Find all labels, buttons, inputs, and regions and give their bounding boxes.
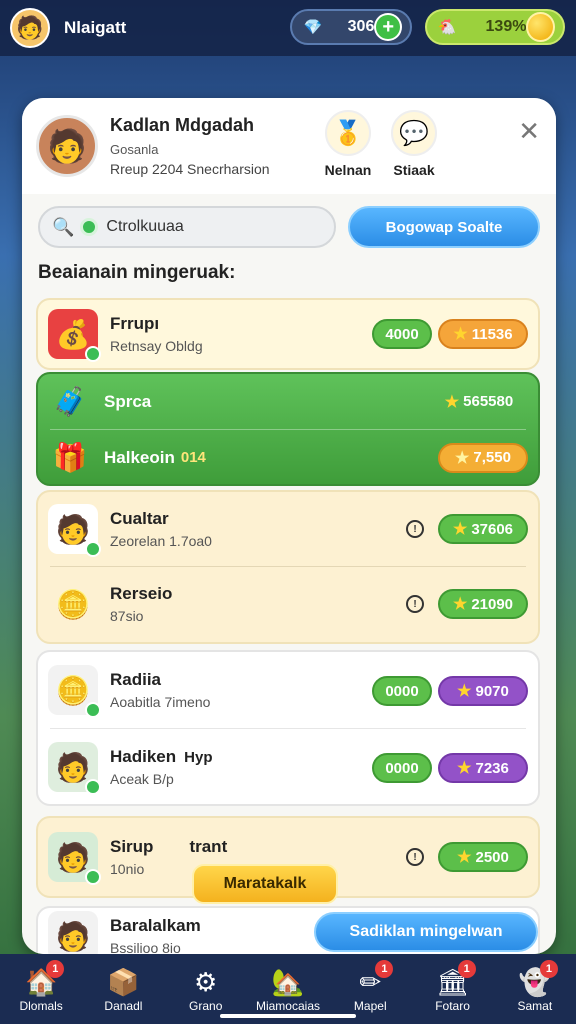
add-gems-button[interactable]: +	[374, 13, 402, 41]
row-title: Hadiken	[110, 747, 177, 766]
profile-action-1[interactable]: 🥇 Nelnan	[320, 110, 376, 178]
bottom-nav: 🏠 1 Dlomals 📦 Danadl ⚙ Grano 🏡 Miamocaia…	[0, 954, 576, 1024]
star-icon: ★	[457, 760, 472, 777]
chest-icon: 💰	[48, 309, 101, 362]
clock-icon: !	[406, 595, 424, 613]
row-extra: Hyp	[184, 748, 213, 766]
reward-pill[interactable]: ★ 9070	[438, 676, 528, 706]
avatar-icon: 🧑	[48, 911, 98, 954]
gems-counter[interactable]: 💎 306 +	[290, 9, 412, 45]
row-title: Sirup	[110, 837, 154, 856]
score-pill: 0000	[372, 676, 432, 706]
action-tooltip-button[interactable]: Maratakalk	[192, 864, 338, 904]
search-row: 🔍 Ctrolkuuaa Bogowap Soalte	[38, 206, 540, 248]
gear-icon: ⚙	[194, 966, 218, 997]
box-icon: 📦	[107, 966, 140, 997]
clock-icon: !	[406, 848, 424, 866]
profile-group: Rreup 2204 Snecrharsion	[110, 161, 270, 177]
gem-icon: 💎	[303, 19, 323, 36]
notification-badge: 1	[539, 960, 558, 978]
nav-item-social[interactable]: 👻 1 Samat	[494, 954, 576, 1024]
notification-badge: 1	[375, 960, 394, 978]
row-title: Baralalkam	[110, 916, 201, 935]
gift-icon: 🎁	[52, 442, 88, 473]
star-icon: ★	[453, 326, 468, 343]
status-dot-icon	[80, 218, 99, 236]
coin-icon	[526, 12, 555, 42]
gems-value: 306	[347, 18, 375, 35]
chicken-icon: 🐔	[437, 19, 457, 36]
row-extra: 014	[180, 449, 206, 466]
house-icon: 🏡	[271, 966, 305, 997]
player-avatar[interactable]: 🧑	[10, 8, 50, 48]
profile-header: 🧑 Kadlan Mdgadah Gosanla Rreup 2204 Snec…	[22, 98, 556, 194]
reward-pill[interactable]: ★ 11536	[438, 319, 528, 349]
avatar-icon: 🧑	[48, 742, 101, 795]
highlight-card[interactable]: 🧳 Sprca ★ 565580 🎁 Halkeoin 014 ★ 7,550	[36, 372, 540, 486]
row-title: Frrupı	[110, 314, 160, 333]
coins-counter[interactable]: 🐔 139%	[425, 9, 565, 45]
reward-pill[interactable]: ★ 7236	[438, 753, 528, 783]
profile-subtitle: Gosanla	[110, 142, 159, 157]
row-subtitle: Aceak B/p	[110, 771, 174, 787]
row-title: Sprca	[104, 391, 152, 411]
nav-item-shop[interactable]: 📦 Danadl	[82, 954, 164, 1024]
gold-leaf-icon: 🥇	[325, 110, 371, 156]
row-subtitle: Bssilioo 8io	[110, 940, 181, 954]
search-button[interactable]: Bogowap Soalte	[348, 206, 540, 248]
row-extra: trant	[189, 837, 228, 856]
player-name: Nlaigatt	[64, 18, 127, 37]
search-icon: 🔍	[52, 216, 75, 237]
nav-item-photo[interactable]: 🏛 1 Fotaro	[411, 954, 493, 1024]
row-subtitle: Retnsay Obldg	[110, 338, 203, 354]
top-bar: 🧑 Nlaigatt 💎 306 + 🐔 139%	[0, 0, 576, 56]
coins-value: 139%	[485, 18, 527, 35]
coin-icon: 🪙	[55, 588, 91, 620]
star-icon: ★	[444, 393, 460, 411]
profile-avatar[interactable]: 🧑	[36, 115, 98, 177]
section-title: Beaianain mingeruak:	[38, 262, 236, 283]
profile-action-2[interactable]: 💬 Stiaak	[386, 110, 442, 178]
reward-value: ★ 565580	[444, 393, 514, 411]
score-pill: 0000	[372, 753, 432, 783]
score-pill: 4000	[372, 319, 432, 349]
bottom-action-button[interactable]: Sadiklan mingelwan	[314, 912, 538, 952]
star-icon: ★	[452, 521, 468, 538]
row-title: Halkeoin	[104, 447, 175, 467]
reward-pill[interactable]: ★ 7,550	[438, 442, 528, 473]
coin-icon: 🪙	[48, 665, 101, 718]
leaderboard-panel: 🧑 Kadlan Mdgadah Gosanla Rreup 2204 Snec…	[22, 98, 556, 954]
home-indicator	[220, 1014, 356, 1018]
star-icon: ★	[457, 683, 472, 700]
avatar-icon: 🧑	[48, 832, 101, 885]
close-icon[interactable]: ✕	[518, 116, 540, 147]
notification-badge: 1	[457, 960, 476, 978]
row-subtitle: Aoabitla 7imeno	[110, 694, 211, 710]
row-title: Radiia	[110, 670, 162, 689]
clock-icon: !	[406, 520, 424, 538]
search-input[interactable]: 🔍 Ctrolkuuaa	[38, 206, 336, 248]
avatar-icon: 🧑	[48, 504, 101, 557]
star-icon: ★	[457, 849, 472, 866]
chat-icon: 💬	[391, 110, 437, 156]
reward-pill[interactable]: ★ 2500	[438, 842, 528, 872]
notification-badge: 1	[46, 960, 65, 978]
list-card: 🪙 Radiia Aoabitla 7imeno 0000 ★ 9070 🧑 Ha…	[36, 650, 540, 806]
profile-name: Kadlan Mdgadah	[110, 115, 255, 135]
row-subtitle: 87sio	[110, 608, 144, 624]
list-item[interactable]: 💰 Frrupı Retnsay Obldg 4000 ★ 11536	[36, 298, 540, 370]
row-title: Rerseio	[110, 584, 173, 603]
row-subtitle: Zeorelan 1.7oa0	[110, 533, 212, 549]
search-value: Ctrolkuuaa	[106, 218, 184, 235]
reward-pill[interactable]: ★ 37606	[438, 514, 528, 544]
star-icon: ★	[452, 596, 468, 613]
list-card: 🧑 Cualtar Zeorelan 1.7oa0 ! ★ 37606 🪙 Rer…	[36, 490, 540, 644]
reward-pill[interactable]: ★ 21090	[438, 589, 528, 619]
star-icon: ★	[455, 449, 470, 467]
nav-item-home[interactable]: 🏠 1 Dlomals	[0, 954, 82, 1024]
briefcase-icon: 🧳	[52, 386, 88, 417]
row-title: Cualtar	[110, 509, 169, 528]
